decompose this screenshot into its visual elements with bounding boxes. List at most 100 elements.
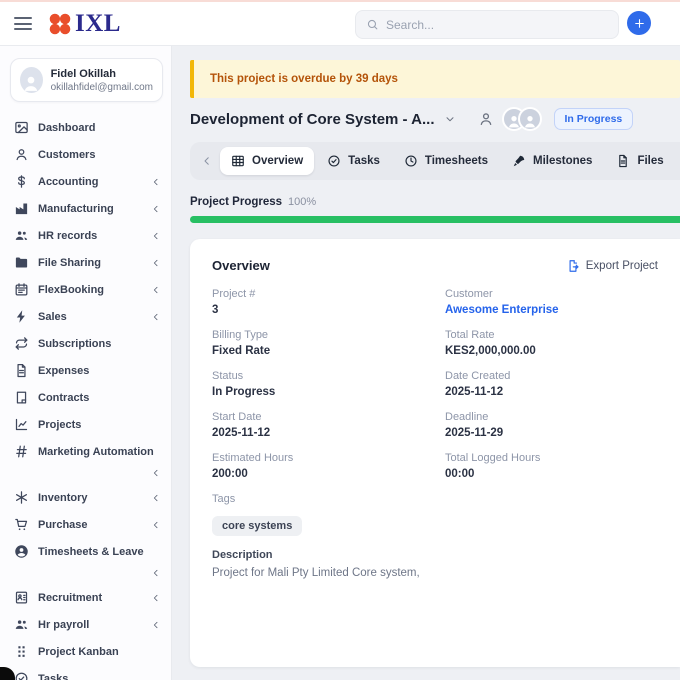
- sidebar-item-sales[interactable]: Sales: [0, 303, 171, 330]
- chevron-left-icon: [151, 568, 161, 578]
- overdue-warning-banner: This project is overdue by 39 days: [190, 60, 680, 98]
- timesheets-leave-icon: [14, 544, 29, 559]
- sidebar-item-label: Timesheets & Leave: [38, 546, 144, 558]
- logo-flower-icon: [48, 12, 72, 36]
- expenses-icon: [14, 363, 29, 378]
- field-deadline: Deadline 2025-11-29: [445, 411, 658, 439]
- sidebar-item-manufacturing[interactable]: Manufacturing: [0, 195, 171, 222]
- sidebar-item-label: Projects: [38, 419, 81, 431]
- project-progress-row: Project Progress 100%: [190, 196, 680, 208]
- sidebar-item-timesheets-leave[interactable]: Timesheets & Leave: [0, 538, 171, 584]
- overview-fields: Project # 3 Customer Awesome Enterprise …: [212, 288, 658, 480]
- sidebar-item-label: Dashboard: [38, 122, 95, 134]
- field-estimated-hours: Estimated Hours 200:00: [212, 452, 425, 480]
- sidebar-item-flexbooking[interactable]: FlexBooking: [0, 276, 171, 303]
- tab-label: Files: [637, 155, 663, 167]
- sidebar-item-projects[interactable]: Projects: [0, 411, 171, 438]
- quick-add-button[interactable]: [627, 11, 651, 35]
- customers-icon: [14, 147, 29, 162]
- tab-label: Tasks: [348, 155, 380, 167]
- tabs-scroll-left-button[interactable]: [196, 155, 218, 167]
- sidebar-item-expenses[interactable]: Expenses: [0, 357, 171, 384]
- field-total-logged-hours: Total Logged Hours 00:00: [445, 452, 658, 480]
- sidebar-item-project-kanban[interactable]: Project Kanban: [0, 638, 171, 665]
- tab-overview[interactable]: Overview: [220, 147, 314, 175]
- tab-milestones[interactable]: Milestones: [501, 147, 603, 175]
- progress-bar: [190, 216, 680, 223]
- export-icon: [566, 259, 580, 273]
- recruitment-icon: [14, 590, 29, 605]
- user-profile-card[interactable]: Fidel Okillah okillahfidel@gmail.com: [10, 58, 163, 102]
- search-icon: [366, 18, 379, 31]
- sidebar-item-hr-records[interactable]: HR records: [0, 222, 171, 249]
- tab-label: Milestones: [533, 155, 592, 167]
- sidebar-item-label: Project Kanban: [38, 646, 119, 658]
- field-billing-type: Billing Type Fixed Rate: [212, 329, 425, 357]
- sidebar-item-label: Customers: [38, 149, 95, 161]
- tasks-check-icon: [327, 154, 341, 168]
- assign-member-icon[interactable]: [478, 111, 494, 127]
- user-name: Fidel Okillah: [51, 67, 153, 81]
- sidebar-item-dashboard[interactable]: Dashboard: [0, 114, 171, 141]
- manufacturing-icon: [14, 201, 29, 216]
- card-title: Overview: [212, 258, 270, 273]
- customer-link[interactable]: Awesome Enterprise: [445, 304, 658, 316]
- sidebar-item-file-sharing[interactable]: File Sharing: [0, 249, 171, 276]
- chevron-down-icon[interactable]: [444, 113, 456, 125]
- export-project-button[interactable]: Export Project: [566, 259, 658, 273]
- global-search[interactable]: [355, 10, 619, 39]
- app-logo[interactable]: IXL: [48, 10, 121, 38]
- top-bar: IXL: [0, 2, 680, 46]
- chevron-left-icon: [151, 231, 161, 241]
- sidebar-item-label: Expenses: [38, 365, 89, 377]
- member-avatars[interactable]: [502, 107, 542, 131]
- tab-files[interactable]: Files: [605, 147, 674, 175]
- page-title: Development of Core System - A...: [190, 111, 435, 128]
- field-status: Status In Progress: [212, 370, 425, 398]
- sidebar-item-inventory[interactable]: Inventory: [0, 484, 171, 511]
- tab-timesheets[interactable]: Timesheets: [393, 147, 499, 175]
- description-section: Description Project for Mali Pty Limited…: [212, 549, 658, 579]
- sales-icon: [14, 309, 29, 324]
- tab-tasks[interactable]: Tasks: [316, 147, 391, 175]
- overview-grid-icon: [231, 154, 245, 168]
- project-header: Development of Core System - A... In Pro…: [190, 107, 680, 131]
- tags-label: Tags: [212, 493, 658, 505]
- chevron-left-icon: [151, 177, 161, 187]
- contracts-icon: [14, 390, 29, 405]
- sidebar-item-purchase[interactable]: Purchase: [0, 511, 171, 538]
- tab-discussions[interactable]: Discussions: [677, 147, 680, 175]
- timesheets-clock-icon: [404, 154, 418, 168]
- sidebar-item-label: Hr payroll: [38, 619, 89, 631]
- files-doc-icon: [616, 154, 630, 168]
- sidebar-item-accounting[interactable]: Accounting: [0, 168, 171, 195]
- tab-label: Timesheets: [425, 155, 488, 167]
- dashboard-icon: [14, 120, 29, 135]
- tag-chip: core systems: [212, 516, 302, 536]
- sidebar-item-recruitment[interactable]: Recruitment: [0, 584, 171, 611]
- sidebar-item-hr-payroll[interactable]: Hr payroll: [0, 611, 171, 638]
- tasks-icon: [14, 671, 29, 680]
- status-badge: In Progress: [554, 108, 634, 130]
- sidebar-item-marketing-automation[interactable]: Marketing Automation: [0, 438, 171, 484]
- hamburger-menu-icon[interactable]: [14, 17, 32, 30]
- chevron-left-icon: [151, 312, 161, 322]
- field-date-created: Date Created 2025-11-12: [445, 370, 658, 398]
- sidebar-item-subscriptions[interactable]: Subscriptions: [0, 330, 171, 357]
- search-input[interactable]: [386, 18, 608, 32]
- tags-section: Tags core systems: [212, 493, 658, 536]
- sidebar-item-contracts[interactable]: Contracts: [0, 384, 171, 411]
- chevron-left-icon: [151, 620, 161, 630]
- sidebar: Fidel Okillah okillahfidel@gmail.com Das…: [0, 46, 172, 680]
- sidebar-item-label: Subscriptions: [38, 338, 111, 350]
- description-label: Description: [212, 549, 658, 561]
- field-total-rate: Total Rate KES2,000,000.00: [445, 329, 658, 357]
- sidebar-item-label: File Sharing: [38, 257, 101, 269]
- field-start-date: Start Date 2025-11-12: [212, 411, 425, 439]
- hr-payroll-icon: [14, 617, 29, 632]
- sidebar-item-tasks[interactable]: Tasks: [0, 665, 171, 680]
- logo-text: IXL: [75, 10, 121, 38]
- chevron-left-icon: [151, 285, 161, 295]
- sidebar-item-label: Recruitment: [38, 592, 102, 604]
- sidebar-item-customers[interactable]: Customers: [0, 141, 171, 168]
